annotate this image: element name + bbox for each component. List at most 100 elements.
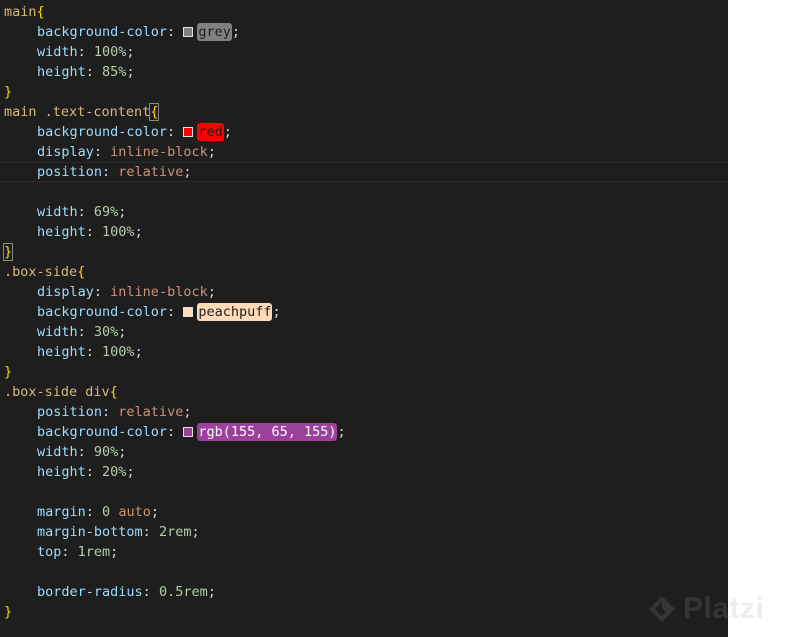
css-punctuation: :: [77, 324, 94, 340]
code-line[interactable]: background-color: peachpuff;: [0, 302, 728, 322]
css-brace: {: [36, 4, 45, 20]
code-line[interactable]: background-color: rgb(155, 65, 155);: [0, 422, 728, 442]
code-line[interactable]: height: 20%;: [0, 462, 728, 482]
css-number-value: 0.5rem: [158, 584, 208, 600]
code-line[interactable]: margin-bottom: 2rem;: [0, 522, 728, 542]
css-property: width: [37, 324, 78, 340]
platzi-watermark: Platzi: [647, 589, 785, 629]
code-line[interactable]: height: 100%;: [0, 342, 728, 362]
platzi-logo-icon: [649, 596, 675, 622]
color-swatch[interactable]: [183, 307, 194, 317]
color-value: grey: [197, 23, 232, 41]
css-keyword-value: inline-block: [110, 284, 208, 300]
css-punctuation: ;: [126, 64, 135, 80]
code-line[interactable]: width: 100%;: [0, 42, 728, 62]
code-line[interactable]: background-color: grey;: [0, 22, 728, 42]
css-property: background-color: [37, 424, 168, 440]
css-keyword-value: relative: [118, 404, 184, 420]
code-line[interactable]: }: [0, 362, 728, 382]
css-property: position: [37, 164, 103, 180]
css-property: width: [37, 444, 78, 460]
color-swatch[interactable]: [183, 27, 194, 37]
css-punctuation: :: [85, 504, 103, 520]
code-line[interactable]: width: 30%;: [0, 322, 728, 342]
css-punctuation: :: [93, 284, 111, 300]
css-number-value: 1rem: [77, 544, 111, 560]
css-punctuation: :: [142, 524, 159, 540]
css-punctuation: :: [142, 584, 159, 600]
css-punctuation: :: [102, 404, 119, 420]
css-punctuation: ;: [231, 24, 240, 40]
css-property: height: [37, 64, 86, 80]
css-brace: }: [4, 604, 13, 620]
css-number-value: 69%: [93, 204, 119, 220]
css-property: background-color: [37, 124, 168, 140]
code-line[interactable]: main .text-content{: [0, 102, 728, 122]
color-value: peachpuff: [197, 303, 273, 321]
css-punctuation: ;: [134, 344, 143, 360]
css-property: height: [37, 344, 86, 360]
code-line[interactable]: border-radius: 0.5rem;: [0, 582, 728, 602]
css-punctuation: ;: [118, 324, 127, 340]
css-punctuation: ;: [110, 544, 119, 560]
css-brace: {: [109, 384, 118, 400]
code-line[interactable]: }: [0, 82, 728, 102]
css-brace: {: [77, 264, 86, 280]
css-punctuation: ;: [126, 44, 135, 60]
css-property: display: [37, 284, 94, 300]
code-line[interactable]: width: 90%;: [0, 442, 728, 462]
code-lines[interactable]: main{background-color: grey; width: 100%;…: [0, 2, 728, 622]
css-property: height: [37, 464, 86, 480]
css-property: margin: [37, 504, 86, 520]
css-number-value: 85%: [102, 64, 127, 80]
css-number-value: 30%: [93, 324, 119, 340]
css-brace: {: [149, 103, 160, 121]
code-line[interactable]: margin: 0 auto;: [0, 502, 728, 522]
code-line[interactable]: width: 69%;: [0, 202, 728, 222]
css-punctuation: ;: [183, 164, 192, 180]
css-number-value: 0: [102, 504, 111, 520]
code-line[interactable]: display: inline-block;: [0, 142, 728, 162]
code-line[interactable]: top: 1rem;: [0, 542, 728, 562]
css-keyword-value: inline-block: [110, 144, 208, 160]
css-punctuation: :: [85, 64, 103, 80]
css-punctuation: ;: [191, 524, 200, 540]
css-selector: .box-side div: [4, 384, 110, 400]
css-punctuation: :: [93, 144, 111, 160]
code-line[interactable]: height: 85%;: [0, 62, 728, 82]
css-brace: }: [4, 364, 13, 380]
code-line[interactable]: [0, 182, 728, 202]
code-line[interactable]: [0, 562, 728, 582]
code-line[interactable]: .box-side{: [0, 262, 728, 282]
css-number-value: 100%: [102, 344, 135, 360]
css-punctuation: ;: [134, 224, 143, 240]
code-line[interactable]: .box-side div{: [0, 382, 728, 402]
css-punctuation: :: [85, 344, 103, 360]
css-property: margin-bottom: [37, 524, 143, 540]
css-keyword-value: auto: [118, 504, 151, 520]
code-line[interactable]: height: 100%;: [0, 222, 728, 242]
color-swatch[interactable]: [183, 427, 194, 437]
css-punctuation: ;: [150, 504, 159, 520]
code-line[interactable]: [0, 482, 728, 502]
css-property: position: [37, 404, 103, 420]
code-line[interactable]: display: inline-block;: [0, 282, 728, 302]
css-number-value: 100%: [102, 224, 135, 240]
code-editor[interactable]: main{background-color: grey; width: 100%;…: [0, 0, 728, 637]
css-number-value: 20%: [102, 464, 127, 480]
code-line[interactable]: position: relative;: [0, 162, 728, 182]
code-line[interactable]: background-color: red;: [0, 122, 728, 142]
css-punctuation: ;: [223, 124, 232, 140]
css-brace: }: [2, 243, 14, 261]
css-property: display: [37, 144, 94, 160]
css-punctuation: ;: [126, 464, 135, 480]
css-number-value: 90%: [93, 444, 119, 460]
code-line[interactable]: main{: [0, 2, 728, 22]
code-line[interactable]: }: [0, 242, 728, 262]
css-selector: main .text-content: [4, 104, 151, 120]
code-line[interactable]: position: relative;: [0, 402, 728, 422]
css-punctuation: :: [167, 124, 184, 140]
color-swatch[interactable]: [183, 127, 194, 137]
css-punctuation: :: [167, 304, 184, 320]
code-line[interactable]: }: [0, 602, 728, 622]
